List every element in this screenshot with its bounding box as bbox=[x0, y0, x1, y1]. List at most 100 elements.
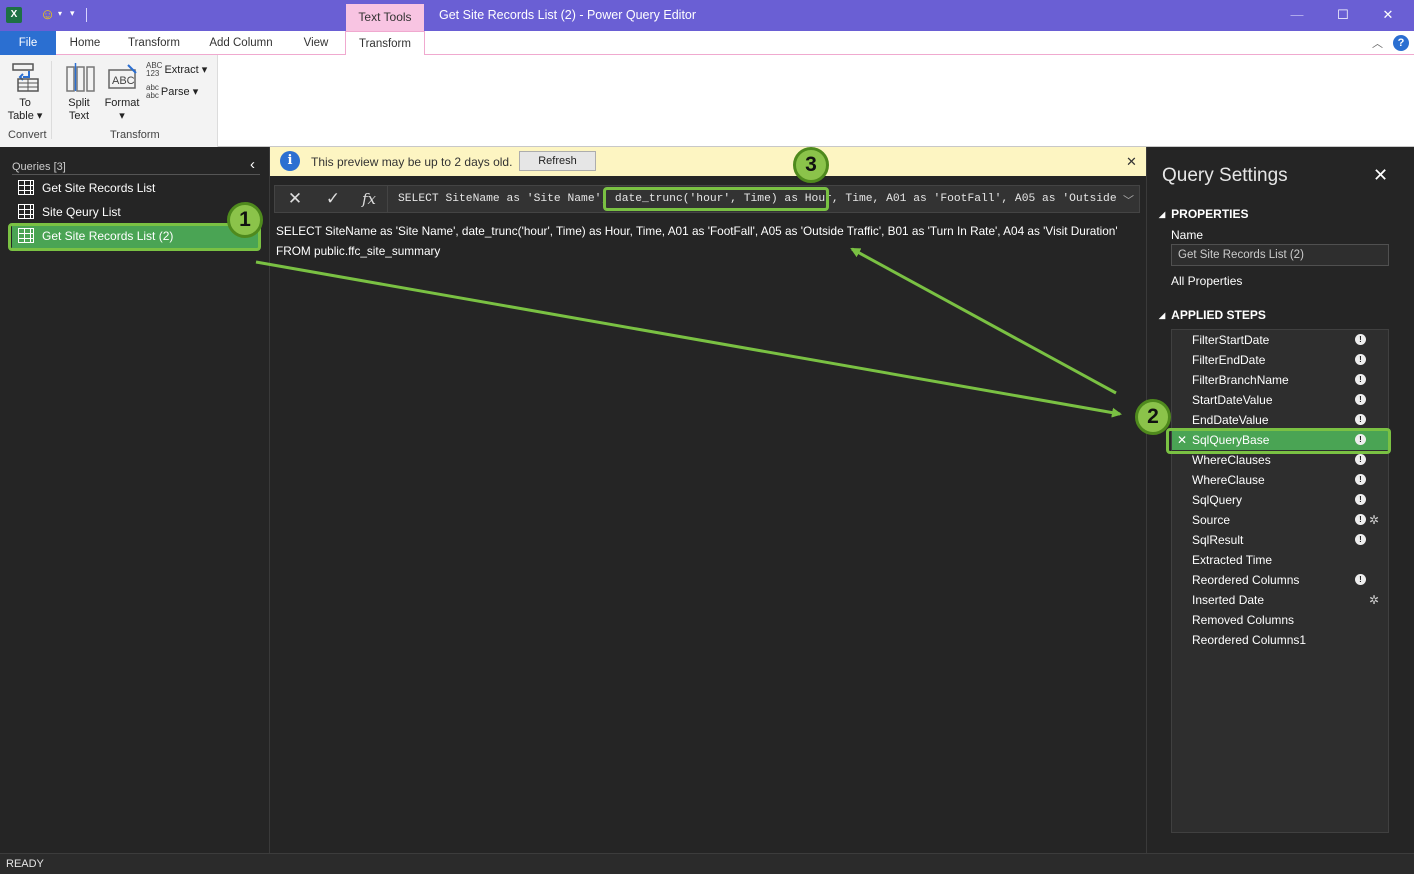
result-line-2: FROM public.ffc_site_summary bbox=[276, 244, 441, 258]
format-label: Format bbox=[104, 97, 140, 109]
group-label-transform: Transform bbox=[110, 129, 160, 141]
to-table-button[interactable]: To Table ▾ bbox=[4, 61, 46, 123]
properties-section-header[interactable]: ◢ PROPERTIES bbox=[1159, 207, 1249, 221]
applied-step[interactable]: Reordered Columns! bbox=[1172, 570, 1388, 590]
parse-icon-bottom: abc bbox=[146, 91, 159, 100]
gear-icon[interactable]: ✲ bbox=[1369, 510, 1379, 530]
split-text-label-line1: Split bbox=[68, 97, 90, 109]
table-icon bbox=[18, 180, 34, 195]
to-table-icon bbox=[12, 63, 39, 92]
applied-step-label: Inserted Date bbox=[1192, 593, 1265, 607]
ribbon-groups: To Table ▾ Split Text ABC Format ▾ ABC 1… bbox=[0, 55, 218, 147]
cancel-formula-button[interactable]: ✕ bbox=[277, 186, 313, 212]
quick-access-customize-icon[interactable]: ▾ bbox=[70, 8, 75, 19]
applied-step[interactable]: Reordered Columns1 bbox=[1172, 630, 1388, 650]
properties-label: PROPERTIES bbox=[1171, 207, 1249, 221]
tab-transform[interactable]: Transform bbox=[118, 31, 190, 55]
applied-step-label: FilterStartDate bbox=[1192, 333, 1270, 347]
feedback-dropdown-icon[interactable]: ▾ bbox=[58, 9, 62, 18]
tab-file[interactable]: File bbox=[0, 31, 56, 55]
tab-text-tools-transform[interactable]: Transform bbox=[345, 31, 425, 56]
refresh-button[interactable]: Refresh bbox=[519, 151, 596, 171]
info-icon[interactable]: ! bbox=[1355, 374, 1366, 385]
applied-step[interactable]: SqlResult! bbox=[1172, 530, 1388, 550]
close-icon[interactable]: ✕ bbox=[1373, 165, 1388, 186]
gear-icon[interactable]: ✲ bbox=[1369, 590, 1379, 610]
collapse-ribbon-icon[interactable]: ︿ bbox=[1372, 35, 1383, 51]
ribbon: To Table ▾ Split Text ABC Format ▾ ABC 1… bbox=[0, 55, 1414, 147]
extract-button[interactable]: ABC 123 Extract ▾ bbox=[146, 62, 216, 78]
info-icon[interactable]: ! bbox=[1355, 574, 1366, 585]
fx-icon[interactable]: fx bbox=[351, 186, 387, 212]
excel-icon[interactable]: X bbox=[6, 7, 22, 23]
name-label: Name bbox=[1171, 228, 1204, 242]
applied-step[interactable]: FilterEndDate! bbox=[1172, 350, 1388, 370]
info-icon[interactable]: ! bbox=[1355, 414, 1366, 425]
commit-formula-button[interactable]: ✓ bbox=[315, 186, 351, 212]
applied-step[interactable]: Extracted Time bbox=[1172, 550, 1388, 570]
help-icon[interactable]: ? bbox=[1393, 35, 1409, 51]
applied-step[interactable]: EndDateValue! bbox=[1172, 410, 1388, 430]
info-icon[interactable]: ! bbox=[1355, 514, 1366, 525]
applied-step[interactable]: Inserted Date ✲ bbox=[1172, 590, 1388, 610]
title-bar: X ☺ ▾ ▾ Text Tools Get Site Records List… bbox=[0, 0, 1414, 31]
close-notice-button[interactable]: ✕ bbox=[1126, 154, 1137, 170]
applied-steps-section-header[interactable]: ◢ APPLIED STEPS bbox=[1159, 308, 1266, 322]
close-window-button[interactable]: ✕ bbox=[1378, 6, 1398, 24]
to-table-label-line1: To bbox=[19, 97, 31, 109]
info-icon[interactable]: ! bbox=[1355, 354, 1366, 365]
preview-area: i This preview may be up to 2 days old. … bbox=[270, 147, 1146, 853]
chevron-down-icon[interactable]: ﹀ bbox=[1123, 192, 1134, 208]
query-name-input[interactable]: Get Site Records List (2) bbox=[1171, 244, 1389, 266]
annotation-highlight-step bbox=[1166, 428, 1391, 454]
info-icon[interactable]: ! bbox=[1355, 474, 1366, 485]
query-item-label: Site Qeury List bbox=[42, 205, 121, 219]
svg-text:ABC: ABC bbox=[112, 75, 135, 87]
parse-icon: abc abc bbox=[146, 84, 159, 100]
applied-step-label: WhereClause bbox=[1192, 473, 1265, 487]
extract-label: Extract ▾ bbox=[164, 63, 208, 76]
group-label-convert: Convert bbox=[8, 129, 47, 141]
window-title: Get Site Records List (2) - Power Query … bbox=[439, 8, 697, 22]
applied-step[interactable]: Source! ✲ bbox=[1172, 510, 1388, 530]
applied-step-label: SqlResult bbox=[1192, 533, 1244, 547]
minimize-button[interactable]: — bbox=[1287, 6, 1307, 24]
info-icon[interactable]: ! bbox=[1355, 494, 1366, 505]
applied-step[interactable]: Removed Columns bbox=[1172, 610, 1388, 630]
applied-step-label: Reordered Columns bbox=[1192, 573, 1300, 587]
query-item-label: Get Site Records List bbox=[42, 181, 156, 195]
tab-home[interactable]: Home bbox=[60, 31, 110, 55]
group-separator bbox=[51, 61, 52, 139]
table-icon bbox=[18, 204, 34, 219]
applied-step[interactable]: FilterBranchName! bbox=[1172, 370, 1388, 390]
applied-steps-label: APPLIED STEPS bbox=[1171, 308, 1266, 322]
applied-step[interactable]: FilterStartDate! bbox=[1172, 330, 1388, 350]
parse-button[interactable]: abc abc Parse ▾ bbox=[146, 84, 216, 100]
info-icon[interactable]: ! bbox=[1355, 394, 1366, 405]
annotation-highlight-formula bbox=[603, 187, 829, 211]
tab-view[interactable]: View bbox=[296, 31, 336, 55]
applied-step-label: Reordered Columns1 bbox=[1192, 633, 1307, 647]
applied-step[interactable]: SqlQuery! bbox=[1172, 490, 1388, 510]
info-icon[interactable]: ! bbox=[1355, 454, 1366, 465]
tab-add-column[interactable]: Add Column bbox=[200, 31, 282, 55]
applied-step[interactable]: WhereClause! bbox=[1172, 470, 1388, 490]
triangle-icon: ◢ bbox=[1159, 311, 1166, 321]
smiley-feedback-icon[interactable]: ☺ bbox=[40, 6, 55, 24]
query-settings-title: Query Settings bbox=[1162, 165, 1288, 186]
quick-access-separator bbox=[86, 8, 87, 22]
format-button[interactable]: ABC Format ▾ bbox=[101, 61, 143, 123]
split-text-button[interactable]: Split Text bbox=[62, 61, 96, 123]
applied-step-label: StartDateValue bbox=[1192, 393, 1273, 407]
info-icon[interactable]: ! bbox=[1355, 534, 1366, 545]
query-item[interactable]: Site Qeury List bbox=[12, 200, 258, 224]
all-properties-link[interactable]: All Properties bbox=[1171, 274, 1242, 288]
query-item[interactable]: Get Site Records List bbox=[12, 176, 258, 200]
applied-step[interactable]: StartDateValue! bbox=[1172, 390, 1388, 410]
status-bar: READY bbox=[0, 853, 1414, 874]
applied-step-label: Source bbox=[1192, 513, 1231, 527]
collapse-queries-icon[interactable]: ‹ bbox=[250, 156, 255, 173]
info-icon[interactable]: ! bbox=[1355, 334, 1366, 345]
maximize-button[interactable]: ☐ bbox=[1333, 6, 1353, 24]
context-tab-text-tools: Text Tools bbox=[346, 4, 424, 31]
